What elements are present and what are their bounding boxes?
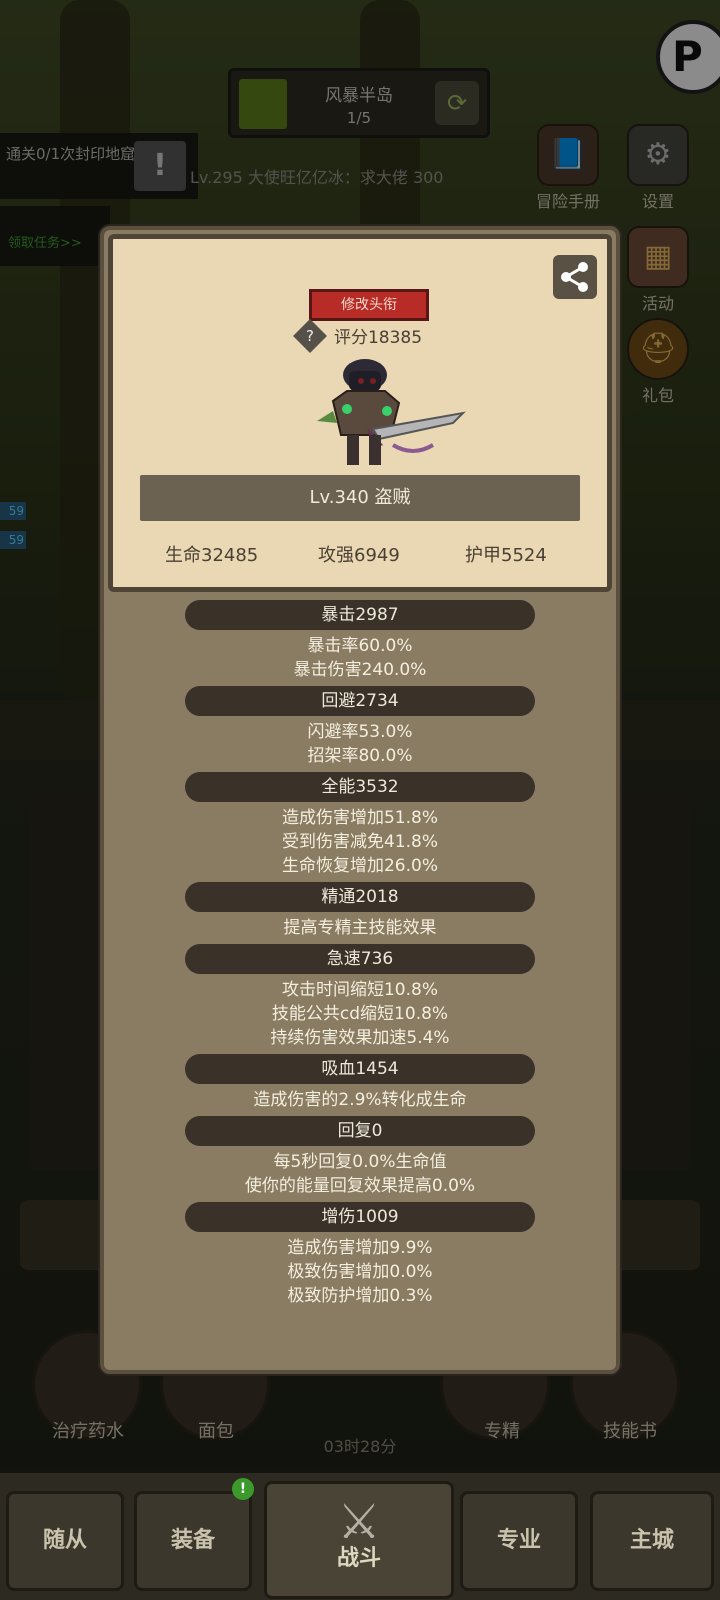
stat-group-header: 全能3532 xyxy=(185,772,535,802)
character-card: 修改头衔 ? 评分18385 Lv.340 盗贼 生命32485 攻强6949 … xyxy=(108,234,612,592)
stat-line: 提高专精主技能效果 xyxy=(283,918,437,938)
stat-line: 每5秒回复0.0%生命值 xyxy=(273,1152,447,1172)
stat-group: 吸血1454 造成伤害的2.9%转化成生命 xyxy=(104,1054,616,1112)
stat-line: 受到伤害减免41.8% xyxy=(281,832,438,852)
stat-group-header: 吸血1454 xyxy=(185,1054,535,1084)
character-portrait xyxy=(317,359,466,465)
stat-health: 生命32485 xyxy=(165,545,259,566)
stat-attack-power: 攻强6949 xyxy=(318,545,400,566)
character-stats-panel: 修改头衔 ? 评分18385 Lv.340 盗贼 生命32485 攻强6949 … xyxy=(100,226,620,1374)
stat-line: 技能公共cd缩短10.8% xyxy=(271,1004,449,1024)
notification-badge: ! xyxy=(232,1478,254,1500)
stat-line: 造成伤害增加51.8% xyxy=(281,808,438,828)
stat-line: 攻击时间缩短10.8% xyxy=(281,980,438,1000)
stat-group-header: 回复0 xyxy=(185,1116,535,1146)
stat-group-header: 精通2018 xyxy=(185,882,535,912)
stat-line: 使你的能量回复效果提高0.0% xyxy=(244,1176,476,1196)
stat-group-header: 增伤1009 xyxy=(185,1202,535,1232)
score-label: 评分18385 xyxy=(333,328,423,348)
tab-profession[interactable]: 专业 xyxy=(460,1491,578,1591)
crossed-swords-icon: ⚔ xyxy=(337,1494,381,1550)
stat-group: 增伤1009 造成伤害增加9.9% 极致伤害增加0.0% 极致防护增加0.3% xyxy=(104,1202,616,1308)
change-title-button[interactable]: 修改头衔 xyxy=(309,289,429,321)
stat-line: 招架率80.0% xyxy=(307,746,413,766)
stat-line: 极致伤害增加0.0% xyxy=(287,1262,433,1282)
share-icon xyxy=(561,262,588,292)
stat-line: 造成伤害的2.9%转化成生命 xyxy=(253,1090,467,1110)
stat-group: 回复0 每5秒回复0.0%生命值 使你的能量回复效果提高0.0% xyxy=(104,1116,616,1198)
tab-followers[interactable]: 随从 xyxy=(6,1491,124,1591)
tab-battle[interactable]: ⚔ 战斗 xyxy=(264,1481,454,1599)
stat-line: 生命恢复增加26.0% xyxy=(281,856,438,876)
level-class: Lv.340 盗贼 xyxy=(309,487,411,508)
stat-armor: 护甲5524 xyxy=(465,545,547,566)
stat-line: 闪避率53.0% xyxy=(307,722,413,742)
tab-main-city[interactable]: 主城 xyxy=(590,1491,714,1591)
stat-line: 持续伤害效果加速5.4% xyxy=(270,1028,450,1048)
score-row: ? 评分18385 xyxy=(113,318,607,353)
stat-group-header: 暴击2987 xyxy=(185,600,535,630)
stat-line: 造成伤害增加9.9% xyxy=(287,1238,433,1258)
stat-line: 极致防护增加0.3% xyxy=(287,1286,433,1306)
share-button[interactable] xyxy=(553,255,597,299)
tab-equipment[interactable]: 装备 xyxy=(134,1491,252,1591)
stat-line: 暴击伤害240.0% xyxy=(293,660,427,680)
help-icon[interactable]: ? xyxy=(292,318,327,353)
stat-group-header: 回避2734 xyxy=(185,686,535,716)
stat-group: 回避2734 闪避率53.0% 招架率80.0% xyxy=(104,686,616,768)
level-class-bar: Lv.340 盗贼 xyxy=(140,475,580,521)
stat-group-header: 急速736 xyxy=(185,944,535,974)
stat-group: 暴击2987 暴击率60.0% 暴击伤害240.0% xyxy=(104,600,616,682)
stat-list: 暴击2987 暴击率60.0% 暴击伤害240.0% 回避2734 闪避率53.… xyxy=(104,600,616,1312)
stat-group: 精通2018 提高专精主技能效果 xyxy=(104,882,616,940)
stat-line: 暴击率60.0% xyxy=(307,636,413,656)
bottom-tab-bar: 随从 装备 ⚔ 战斗 专业 主城 xyxy=(0,1470,720,1600)
stat-group: 全能3532 造成伤害增加51.8% 受到伤害减免41.8% 生命恢复增加26.… xyxy=(104,772,616,878)
stat-group: 急速736 攻击时间缩短10.8% 技能公共cd缩短10.8% 持续伤害效果加速… xyxy=(104,944,616,1050)
